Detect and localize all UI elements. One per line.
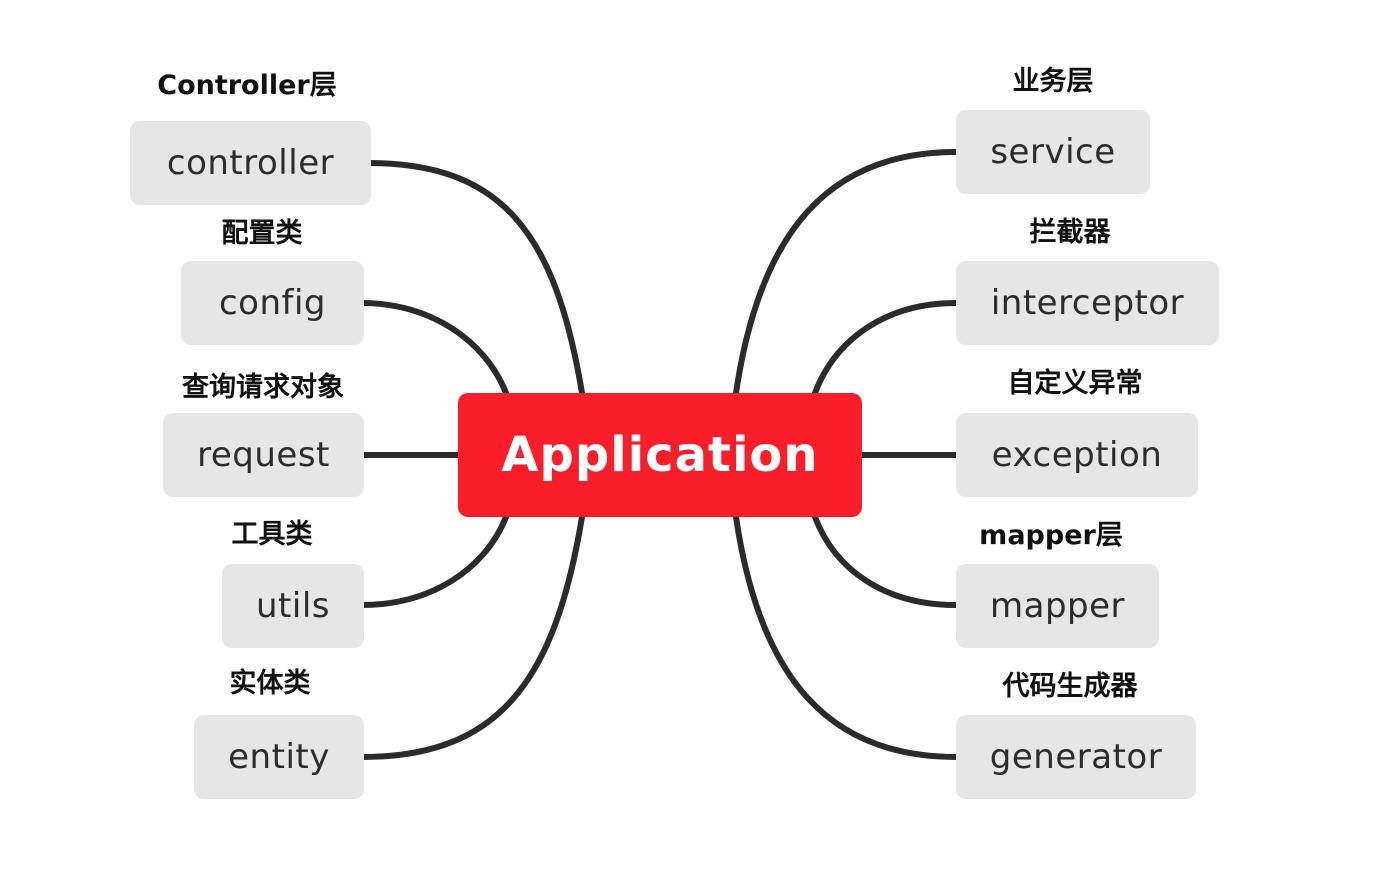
- root-node: Application: [458, 393, 862, 517]
- caption-request: 查询请求对象: [182, 372, 344, 403]
- connector-utils: [359, 514, 509, 608]
- connector-service: [733, 149, 959, 396]
- node-request: request: [163, 413, 364, 497]
- node-label-mapper: mapper: [989, 586, 1125, 626]
- node-generator: generator: [956, 715, 1196, 799]
- node-label-service: service: [990, 132, 1116, 172]
- node-utils: utils: [222, 564, 364, 648]
- connector-mapper: [812, 514, 959, 608]
- caption-exception: 自定义异常: [1007, 368, 1143, 399]
- caption-mapper: mapper层: [979, 520, 1123, 551]
- connector-interceptor: [812, 300, 959, 396]
- node-label-interceptor: interceptor: [990, 283, 1185, 323]
- node-label-controller: controller: [166, 143, 335, 183]
- node-interceptor: interceptor: [956, 261, 1219, 345]
- node-service: service: [956, 110, 1150, 194]
- node-label-request: request: [197, 435, 330, 475]
- caption-generator: 代码生成器: [1002, 671, 1138, 702]
- caption-utils: 工具类: [231, 519, 313, 550]
- connector-controller: [365, 160, 585, 396]
- caption-config: 配置类: [221, 218, 303, 249]
- connector-generator: [733, 514, 959, 760]
- connector-entity: [359, 514, 585, 760]
- node-config: config: [181, 261, 364, 345]
- caption-entity: 实体类: [229, 668, 311, 699]
- node-controller: controller: [130, 121, 371, 205]
- caption-service: 业务层: [1012, 66, 1094, 97]
- node-label-utils: utils: [256, 586, 330, 626]
- caption-interceptor: 拦截器: [1029, 217, 1111, 248]
- node-entity: entity: [194, 715, 364, 799]
- root-label: Application: [501, 427, 819, 483]
- node-label-entity: entity: [228, 737, 330, 777]
- node-label-generator: generator: [989, 737, 1163, 777]
- mind-map-canvas: Application Controller层 配置类 查询请求对象 工具类 实…: [0, 0, 1386, 880]
- connector-config: [359, 300, 509, 396]
- node-mapper: mapper: [956, 564, 1159, 648]
- caption-controller: Controller层: [157, 70, 337, 101]
- node-label-config: config: [218, 283, 327, 323]
- node-label-exception: exception: [991, 435, 1163, 475]
- node-exception: exception: [956, 413, 1198, 497]
